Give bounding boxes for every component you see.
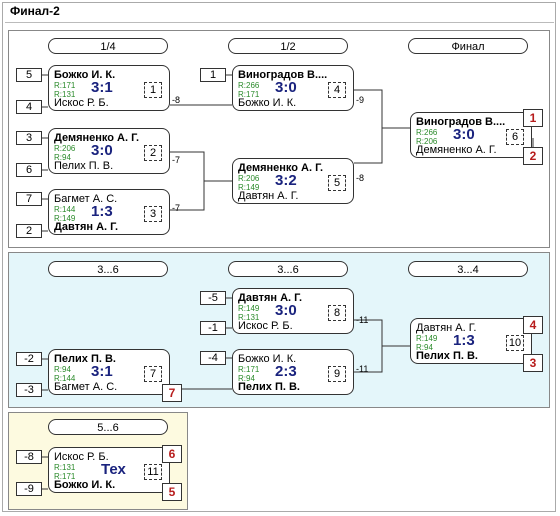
match-number: 2: [144, 145, 162, 161]
player-one-rating: R:144: [54, 205, 76, 214]
round-label-3-6-b: 3...6: [228, 261, 348, 277]
player-one-rating: R:149: [238, 304, 260, 313]
player-one-rating: R:206: [54, 144, 76, 153]
match-card[interactable]: Давтян А. Г. R:149 R:94 Пелих П. В. 1:3 …: [410, 318, 532, 364]
player-one-rating: R:94: [54, 365, 71, 374]
loser-destination-label: -8: [172, 95, 181, 105]
player-one-rating: R:171: [54, 81, 76, 90]
match-card[interactable]: Багмет А. С. R:144 R:149 Давтян А. Г. 1:…: [48, 189, 170, 235]
player-two-name: Пелих П. В.: [238, 381, 300, 393]
round-label-5-6: 5...6: [48, 419, 168, 435]
seed-box: 3: [16, 131, 42, 145]
match-number: 1: [144, 82, 162, 98]
match-number: 8: [328, 305, 346, 321]
match-score: 3:1: [91, 79, 113, 96]
loser-destination-label: -11: [356, 315, 369, 325]
round-label-semifinal: 1/2: [228, 38, 348, 54]
match-card[interactable]: Божко И. К. R:171 R:94 Пелих П. В. 2:3 9: [232, 349, 354, 395]
seed-box: 5: [16, 68, 42, 82]
player-two-name: Пелих П. В.: [416, 350, 478, 362]
player-one-rating: R:171: [238, 365, 260, 374]
player-two-name: Искос Р. Б.: [238, 320, 293, 332]
seed-box: -1: [200, 321, 226, 335]
loser-destination-label: -8: [356, 173, 365, 183]
player-two-name: Давтян А. Г.: [238, 190, 299, 202]
match-score: 1:3: [453, 332, 475, 349]
match-number: 9: [328, 366, 346, 382]
match-card[interactable]: Виноградов В.... R:266 R:171 Божко И. К.…: [232, 65, 354, 111]
match-number: 10: [506, 335, 524, 351]
match-card[interactable]: Демяненко А. Г. R:206 R:149 Давтян А. Г.…: [232, 158, 354, 204]
match-score: 3:2: [275, 172, 297, 189]
seed-box: 1: [200, 68, 226, 82]
match-card[interactable]: Божко И. К. R:171 R:131 Искос Р. Б. 3:1 …: [48, 65, 170, 111]
match-score: 3:0: [275, 79, 297, 96]
match-score: 2:3: [275, 363, 297, 380]
match-card[interactable]: Давтян А. Г. R:149 R:131 Искос Р. Б. 3:0…: [232, 288, 354, 334]
seed-box: 6: [16, 163, 42, 177]
match-card[interactable]: Пелих П. В. R:94 R:144 Багмет А. С. 3:1 …: [48, 349, 170, 395]
loser-destination-label: -9: [356, 95, 365, 105]
match-number: 3: [144, 206, 162, 222]
player-two-name: Демяненко А. Г.: [416, 144, 497, 156]
seed-box: -8: [16, 450, 42, 464]
player-two-name: Искос Р. Б.: [54, 97, 109, 109]
round-label-3-6-a: 3...6: [48, 261, 168, 277]
seed-box: 4: [16, 100, 42, 114]
seed-box: -9: [16, 482, 42, 496]
match-score: 1:3: [91, 203, 113, 220]
seed-box: -2: [16, 352, 42, 366]
seed-box: -5: [200, 291, 226, 305]
player-two-name: Божко И. К.: [238, 97, 297, 109]
place-badge: 3: [523, 354, 543, 372]
match-score: 3:1: [91, 363, 113, 380]
seed-box: -4: [200, 351, 226, 365]
match-score: 3:0: [91, 142, 113, 159]
player-two-name: Давтян А. Г.: [54, 221, 119, 233]
match-number: 6: [506, 129, 524, 145]
place-badge: 5: [162, 483, 182, 501]
place-badge: 6: [162, 445, 182, 463]
player-two-name: Пелих П. В.: [54, 160, 114, 172]
round-label-quarterfinal: 1/4: [48, 38, 168, 54]
player-two-name: Божко И. К.: [54, 479, 116, 491]
match-number: 11: [144, 464, 162, 480]
round-label-final: Финал: [408, 38, 528, 54]
match-number: 5: [328, 175, 346, 191]
player-one-rating: R:131: [54, 463, 76, 472]
round-label-3-4: 3...4: [408, 261, 528, 277]
place-badge: 2: [523, 147, 543, 165]
seed-box: 2: [16, 224, 42, 238]
match-card[interactable]: Виноградов В.... R:266 R:206 Демяненко А…: [410, 112, 532, 158]
place-badge: 7: [162, 384, 182, 402]
player-one-rating: R:266: [238, 81, 260, 90]
seed-box: 7: [16, 192, 42, 206]
player-two-name: Багмет А. С.: [54, 381, 118, 393]
player-one-rating: R:149: [416, 334, 438, 343]
match-score: 3:0: [275, 302, 297, 319]
loser-destination-label: -11: [356, 364, 369, 374]
match-score: Тех: [101, 461, 126, 478]
match-number: 4: [328, 82, 346, 98]
place-badge: 1: [523, 109, 543, 127]
match-number: 7: [144, 366, 162, 382]
player-one-rating: R:206: [238, 174, 260, 183]
loser-destination-label: -7: [172, 155, 181, 165]
player-one-rating: R:266: [416, 128, 438, 137]
seed-box: -3: [16, 383, 42, 397]
match-card[interactable]: Демяненко А. Г. R:206 R:94 Пелих П. В. 3…: [48, 128, 170, 174]
place-badge: 4: [523, 316, 543, 334]
match-card[interactable]: Искос Р. Б. R:131 R:171 Божко И. К. Тех …: [48, 447, 170, 493]
match-score: 3:0: [453, 126, 475, 143]
loser-destination-label: -7: [172, 203, 181, 213]
